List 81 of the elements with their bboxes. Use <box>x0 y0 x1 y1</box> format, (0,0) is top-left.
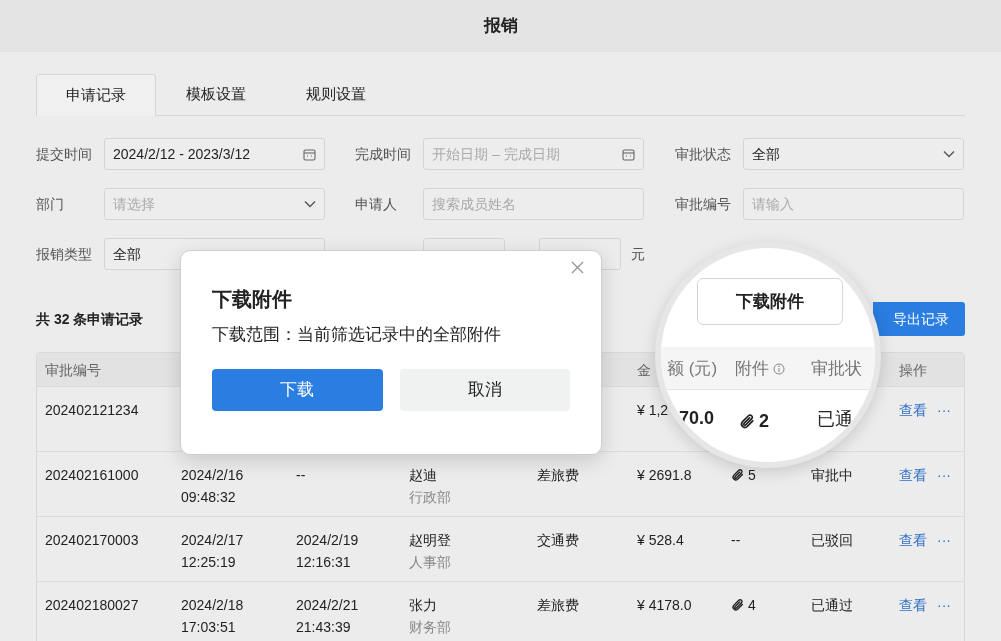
tab[interactable]: 规则设置 <box>276 74 396 115</box>
status-text: 已通 <box>817 408 853 431</box>
filter-field[interactable]: 2024/2/12 - 2023/3/12 <box>104 138 325 170</box>
amount-text: 70.0 <box>679 407 715 430</box>
filter-label: 审批状态 <box>675 144 732 164</box>
table-cell: ¥ 4178.0 <box>637 597 692 613</box>
chevron-down-icon <box>304 200 316 208</box>
table-cell-text: 2024/2/21 <box>296 596 359 615</box>
table-cell: 差旅费 <box>537 467 579 483</box>
filter-field[interactable]: 全部 <box>743 138 964 170</box>
more-button[interactable]: ··· <box>937 594 951 616</box>
applicant-name: 赵迪 <box>409 466 437 485</box>
table-cell: 202402170003 <box>45 532 139 548</box>
attachment-count: -- <box>731 531 741 550</box>
more-button[interactable]: ··· <box>937 399 951 421</box>
department-name: 人事部 <box>409 553 451 572</box>
applicant-name: 赵明登 <box>409 531 451 550</box>
window-title: 报销 <box>483 15 518 38</box>
attachment-count: 5 <box>748 466 756 485</box>
table-cell-text: 2024/2/19 <box>296 531 359 550</box>
filter-label: 提交时间 <box>36 144 93 164</box>
column-header: 金 <box>637 361 651 378</box>
table-cell-text: 2024/2/17 <box>181 531 244 550</box>
table-cell-text: 09:48:32 <box>181 488 236 507</box>
more-button[interactable]: ··· <box>937 464 951 486</box>
department-name: 财务部 <box>409 618 451 637</box>
export-button[interactable]: 导出记录 <box>873 302 965 336</box>
view-link[interactable]: 查看 <box>899 399 927 421</box>
table-cell: ¥ 2691.8 <box>637 467 692 483</box>
paperclip-icon <box>739 413 756 430</box>
status-text: 已驳回 <box>811 532 853 548</box>
dialog-title: 下载附件 <box>212 287 293 312</box>
view-link[interactable]: 查看 <box>899 464 927 486</box>
filter-label: 报销类型 <box>36 244 93 264</box>
department-name: 行政部 <box>409 488 451 507</box>
paperclip-icon <box>731 598 745 612</box>
table-cell-text: 12:16:31 <box>296 553 351 572</box>
record-count: 共 32 条申请记录 <box>36 309 144 329</box>
more-button[interactable]: ··· <box>937 529 951 551</box>
download-attachments-button[interactable]: 下载附件 <box>697 278 843 325</box>
table-cell: 交通费 <box>537 532 579 548</box>
table-cell: 202402161000 <box>45 467 139 483</box>
tab[interactable]: 申请记录 <box>36 74 156 116</box>
filter-label: 完成时间 <box>355 144 412 164</box>
table-cell: ¥ 1,2 <box>637 402 669 418</box>
chevron-down-icon <box>943 150 955 158</box>
cancel-button[interactable]: 取消 <box>399 369 570 411</box>
attachment-count: 2 <box>759 410 769 433</box>
table-cell-text: 12:25:19 <box>181 553 236 572</box>
column-header: 附件 <box>735 358 769 380</box>
download-button[interactable]: 下载 <box>212 369 383 411</box>
info-icon <box>773 362 785 375</box>
status-text: 审批中 <box>811 467 853 483</box>
status-text: 已通过 <box>811 597 853 613</box>
table-cell-text: 2024/2/18 <box>181 596 244 615</box>
table-cell: 202402180027 <box>45 597 139 613</box>
applicant-name: 张力 <box>409 596 437 615</box>
calendar-icon <box>622 147 635 161</box>
view-link[interactable]: 查看 <box>899 529 927 551</box>
filter-label: 审批编号 <box>675 194 732 214</box>
table-cell: ¥ 528.4 <box>637 532 684 548</box>
tab[interactable]: 模板设置 <box>156 74 276 115</box>
unit-label: 元 <box>631 244 645 264</box>
column-header: 操作 <box>899 361 927 378</box>
calendar-icon <box>303 147 316 161</box>
table-cell: 差旅费 <box>537 597 579 613</box>
table-cell-text: 21:43:39 <box>296 618 351 637</box>
column-header: 审批状 <box>811 358 862 380</box>
filter-label: 部门 <box>36 194 65 214</box>
view-link[interactable]: 查看 <box>899 594 927 616</box>
attachment-count: 4 <box>748 596 756 615</box>
table-cell-text: -- <box>296 466 306 485</box>
close-icon[interactable] <box>571 261 584 274</box>
dialog-message: 下载范围：当前筛选记录中的全部附件 <box>212 324 502 346</box>
table-cell-text: 2024/2/16 <box>181 466 244 485</box>
column-header: 审批编号 <box>45 361 101 378</box>
column-header: 额 (元) <box>667 358 718 380</box>
paperclip-icon <box>731 468 745 482</box>
table-cell-text: 17:03:51 <box>181 618 236 637</box>
filter-label: 申请人 <box>355 194 398 214</box>
table-cell: 202402121234 <box>45 402 139 418</box>
